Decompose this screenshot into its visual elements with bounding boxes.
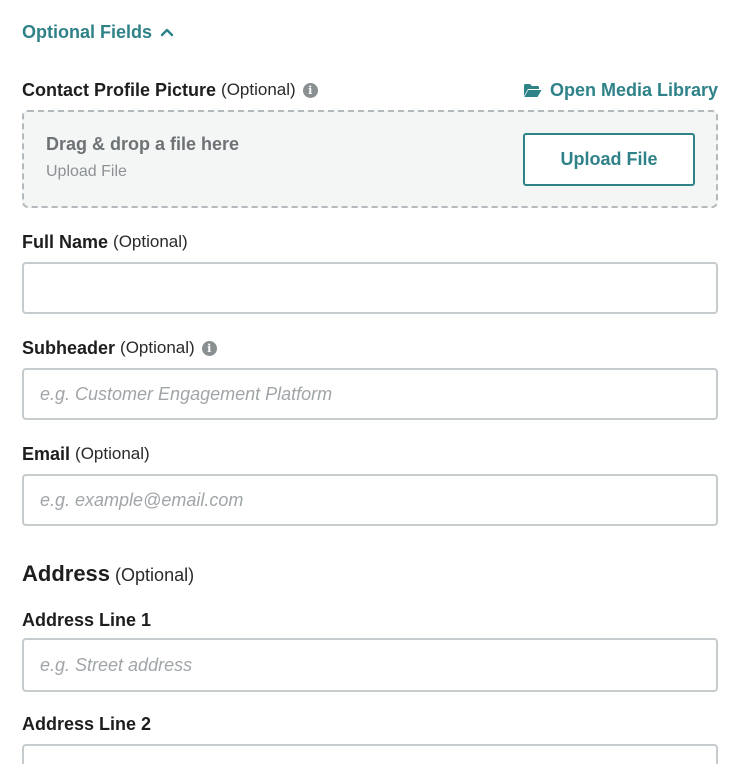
optional-tag: (Optional) [221,80,296,99]
subheader-label: Subheader [22,337,116,358]
info-icon[interactable]: i [201,340,217,356]
address-line2-label: Address Line 2 [22,713,152,734]
email-label-row: Email (Optional) [22,442,718,466]
open-media-library-label: Open Media Library [549,79,718,100]
address-heading-text: Address [22,561,111,586]
upload-file-button[interactable]: Upload File [523,133,695,186]
address-line1-input[interactable] [22,638,718,692]
email-input[interactable] [22,474,718,526]
full-name-label: Full Name [22,231,109,252]
dropzone-title: Drag & drop a file here [46,134,240,154]
dropzone-subtitle: Upload File [46,163,127,180]
subheader-input[interactable] [22,368,718,420]
address-heading: Address (Optional) [22,561,194,589]
optional-fields-label: Optional Fields [22,21,153,42]
full-name-input[interactable] [22,262,718,314]
optional-fields-toggle[interactable]: Optional Fields [22,20,174,44]
address-line1-label-row: Address Line 1 [22,608,718,632]
file-dropzone[interactable]: Drag & drop a file here Upload File Uplo… [22,110,718,208]
optional-tag: (Optional) [120,338,195,357]
optional-tag: (Optional) [75,444,150,463]
full-name-label-row: Full Name (Optional) [22,230,718,254]
profile-picture-label: Contact Profile Picture [22,79,217,100]
open-media-library-link[interactable]: Open Media Library [523,80,718,101]
optional-tag: (Optional) [113,232,188,251]
address-line2-label-row: Address Line 2 [22,712,718,736]
address-line1-label: Address Line 1 [22,609,152,630]
profile-picture-label-row: Contact Profile Picture (Optional) i Ope… [22,78,718,102]
chevron-up-icon [160,28,174,37]
optional-tag: (Optional) [115,565,195,585]
subheader-label-row: Subheader (Optional) i [22,336,718,360]
folder-open-icon [523,83,542,97]
email-label: Email [22,443,71,464]
address-line2-input[interactable] [22,744,718,764]
info-icon[interactable]: i [302,82,318,98]
